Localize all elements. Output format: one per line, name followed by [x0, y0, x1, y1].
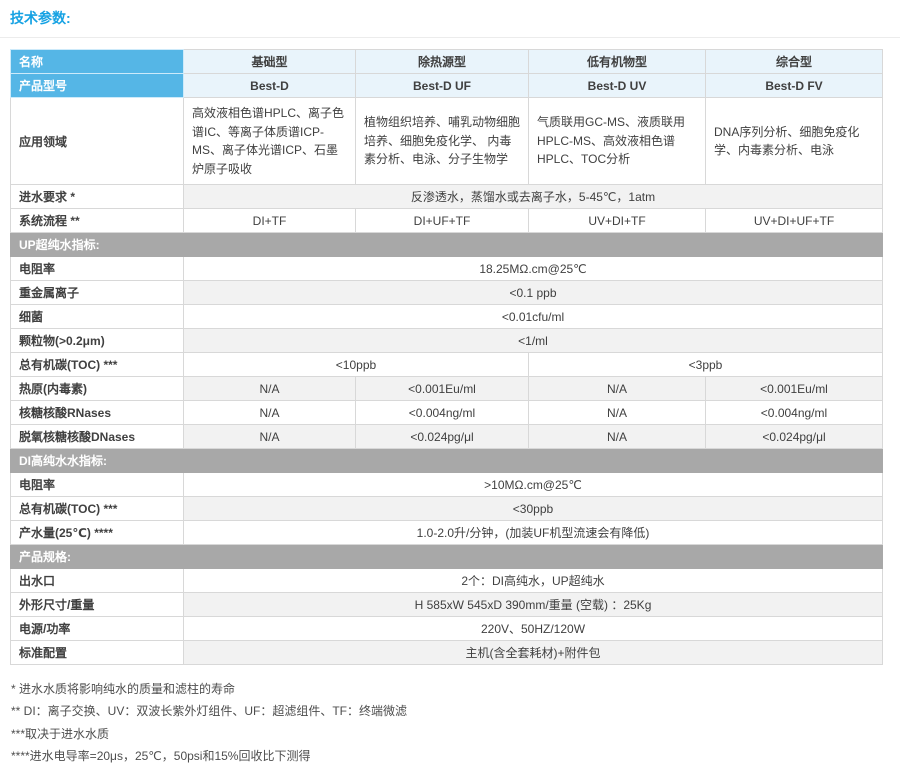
row-label: 重金属离子 [11, 281, 184, 305]
footnote-2: ** DI：离子交换、UV：双波长紫外灯组件、UF：超滤组件、TF：终端微滤 [11, 700, 890, 722]
row-label: 进水要求 * [11, 185, 184, 209]
row-label: 热原(内毒素) [11, 377, 184, 401]
standard-config-value: 主机(含全套耗材)+附件包 [184, 641, 883, 665]
dnases-comprehensive: <0.024pg/μl [706, 425, 883, 449]
row-rnases: 核糖核酸RNases N/A <0.004ng/ml N/A <0.004ng/… [11, 401, 883, 425]
model-best-d: Best-D [184, 74, 356, 98]
heavy-metal-value: <0.1 ppb [184, 281, 883, 305]
row-label: 标准配置 [11, 641, 184, 665]
model-best-d-uf: Best-D UF [356, 74, 529, 98]
dimensions-weight-value: H 585xW 545xD 390mm/重量 (空载) ：25Kg [184, 593, 883, 617]
section-up-ultrapure: UP超纯水指标: [11, 233, 883, 257]
row-resistivity-di: 电阻率 >10MΩ.cm@25℃ [11, 473, 883, 497]
application-comprehensive: DNA序列分析、细胞免疫化学、内毒素分析、电泳 [706, 98, 883, 185]
bacteria-value: <0.01cfu/ml [184, 305, 883, 329]
toc-up-right-value: <3ppb [529, 353, 883, 377]
row-dimensions-weight: 外形尺寸/重量 H 585xW 545xD 390mm/重量 (空载) ：25K… [11, 593, 883, 617]
flow-rate-value: 1.0-2.0升/分钟，(加装UF机型流速会有降低) [184, 521, 883, 545]
title-divider [0, 37, 900, 38]
row-resistivity-up: 电阻率 18.25MΩ.cm@25℃ [11, 257, 883, 281]
model-best-d-fv: Best-D FV [706, 74, 883, 98]
footnote-4: ****进水电导率=20μs，25℃，50psi和15%回收比下测得 [11, 745, 890, 767]
power-value: 220V、50HZ/120W [184, 617, 883, 641]
rnases-comprehensive: <0.004ng/ml [706, 401, 883, 425]
row-label: 脱氧核糖核酸DNases [11, 425, 184, 449]
row-label: 颗粒物(>0.2μm) [11, 329, 184, 353]
dnases-pyrogen-free: <0.024pg/μl [356, 425, 529, 449]
row-flow-rate: 产水量(25℃) **** 1.0-2.0升/分钟，(加装UF机型流速会有降低) [11, 521, 883, 545]
page: 技术参数: 名称 基础型 除热源型 低有机物型 综合型 产品型号 Best-D … [0, 0, 900, 767]
row-label: 应用领域 [11, 98, 184, 185]
row-outlets: 出水口 2个：DI高纯水，UP超纯水 [11, 569, 883, 593]
row-label: 总有机碳(TOC) *** [11, 353, 184, 377]
section-di-high-purity: DI高纯水水指标: [11, 449, 883, 473]
type-pyrogen-free: 除热源型 [356, 50, 529, 74]
application-low-organic: 气质联用GC-MS、液质联用HPLC-MS、高效液相色谱HPLC、TOC分析 [529, 98, 706, 185]
page-title: 技术参数: [10, 8, 890, 28]
application-basic: 高效液相色谱HPLC、离子色谱IC、等离子体质谱ICP-MS、离子体光谱ICP、… [184, 98, 356, 185]
pyrogen-comprehensive: <0.001Eu/ml [706, 377, 883, 401]
type-comprehensive: 综合型 [706, 50, 883, 74]
row-label: 核糖核酸RNases [11, 401, 184, 425]
toc-di-value: <30ppb [184, 497, 883, 521]
model-best-d-uv: Best-D UV [529, 74, 706, 98]
row-label: 细菌 [11, 305, 184, 329]
row-label: 外形尺寸/重量 [11, 593, 184, 617]
process-basic: DI+TF [184, 209, 356, 233]
particles-value: <1/ml [184, 329, 883, 353]
row-label: 电阻率 [11, 257, 184, 281]
rnases-low-organic: N/A [529, 401, 706, 425]
row-power: 电源/功率 220V、50HZ/120W [11, 617, 883, 641]
header-row-models: 产品型号 Best-D Best-D UF Best-D UV Best-D F… [11, 74, 883, 98]
process-pyrogen-free: DI+UF+TF [356, 209, 529, 233]
header-name-label: 名称 [11, 50, 184, 74]
dnases-low-organic: N/A [529, 425, 706, 449]
toc-up-left-value: <10ppb [184, 353, 529, 377]
section-title: UP超纯水指标: [11, 233, 883, 257]
resistivity-di-value: >10MΩ.cm@25℃ [184, 473, 883, 497]
feed-water-value: 反渗透水，蒸馏水或去离子水，5-45℃，1atm [184, 185, 883, 209]
row-label: 总有机碳(TOC) *** [11, 497, 184, 521]
row-feed-water: 进水要求 * 反渗透水，蒸馏水或去离子水，5-45℃，1atm [11, 185, 883, 209]
process-comprehensive: UV+DI+UF+TF [706, 209, 883, 233]
footnote-1: * 进水水质将影响纯水的质量和滤柱的寿命 [11, 678, 890, 700]
application-pyrogen-free: 植物组织培养、哺乳动物细胞培养、细胞免疫化学、 内毒素分析、电泳、分子生物学 [356, 98, 529, 185]
header-model-label: 产品型号 [11, 74, 184, 98]
row-application: 应用领域 高效液相色谱HPLC、离子色谱IC、等离子体质谱ICP-MS、离子体光… [11, 98, 883, 185]
row-particles: 颗粒物(>0.2μm) <1/ml [11, 329, 883, 353]
footnote-3: ***取决于进水水质 [11, 723, 890, 745]
row-standard-config: 标准配置 主机(含全套耗材)+附件包 [11, 641, 883, 665]
outlets-value: 2个：DI高纯水，UP超纯水 [184, 569, 883, 593]
section-title: 产品规格: [11, 545, 883, 569]
rnases-basic: N/A [184, 401, 356, 425]
type-low-organic: 低有机物型 [529, 50, 706, 74]
row-label: 产水量(25℃) **** [11, 521, 184, 545]
row-pyrogen: 热原(内毒素) N/A <0.001Eu/ml N/A <0.001Eu/ml [11, 377, 883, 401]
resistivity-up-value: 18.25MΩ.cm@25℃ [184, 257, 883, 281]
pyrogen-basic: N/A [184, 377, 356, 401]
row-label: 出水口 [11, 569, 184, 593]
row-toc-up: 总有机碳(TOC) *** <10ppb <3ppb [11, 353, 883, 377]
process-low-organic: UV+DI+TF [529, 209, 706, 233]
row-system-process: 系统流程 ** DI+TF DI+UF+TF UV+DI+TF UV+DI+UF… [11, 209, 883, 233]
rnases-pyrogen-free: <0.004ng/ml [356, 401, 529, 425]
row-label: 电阻率 [11, 473, 184, 497]
row-bacteria: 细菌 <0.01cfu/ml [11, 305, 883, 329]
section-title: DI高纯水水指标: [11, 449, 883, 473]
section-product-spec: 产品规格: [11, 545, 883, 569]
row-toc-di: 总有机碳(TOC) *** <30ppb [11, 497, 883, 521]
header-row-types: 名称 基础型 除热源型 低有机物型 综合型 [11, 50, 883, 74]
row-label: 电源/功率 [11, 617, 184, 641]
dnases-basic: N/A [184, 425, 356, 449]
row-heavy-metal-ions: 重金属离子 <0.1 ppb [11, 281, 883, 305]
type-basic: 基础型 [184, 50, 356, 74]
pyrogen-low-organic: N/A [529, 377, 706, 401]
row-dnases: 脱氧核糖核酸DNases N/A <0.024pg/μl N/A <0.024p… [11, 425, 883, 449]
pyrogen-pyrogen-free: <0.001Eu/ml [356, 377, 529, 401]
row-label: 系统流程 ** [11, 209, 184, 233]
footnotes: * 进水水质将影响纯水的质量和滤柱的寿命 ** DI：离子交换、UV：双波长紫外… [11, 678, 890, 766]
spec-table: 名称 基础型 除热源型 低有机物型 综合型 产品型号 Best-D Best-D… [10, 49, 883, 665]
